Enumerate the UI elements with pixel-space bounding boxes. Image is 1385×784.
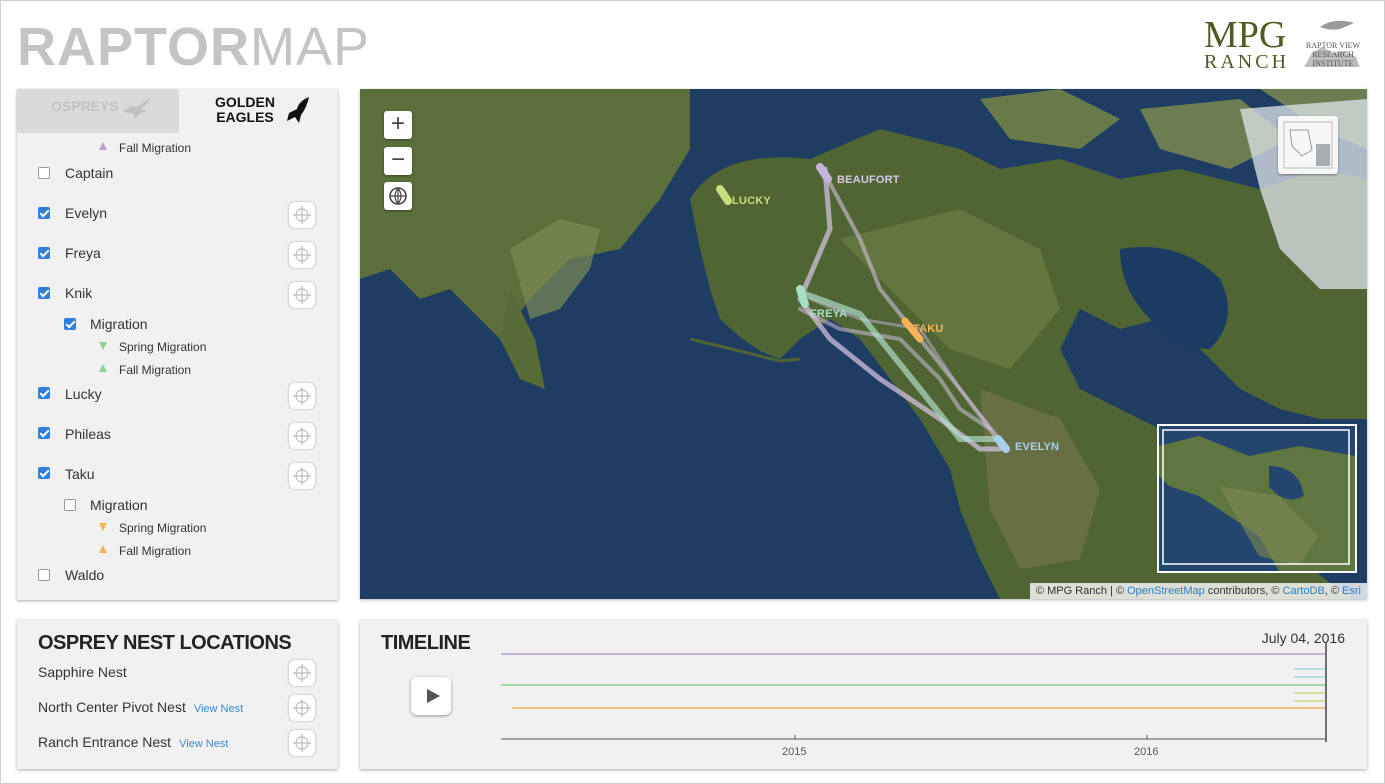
knik-spring-migration-label: Spring Migration — [119, 340, 207, 354]
nest-item-north-center-pivot[interactable]: North Center Pivot Nest View Nest — [38, 699, 243, 715]
checkbox-phileas[interactable] — [38, 427, 50, 439]
attribution-mid: contributors, © — [1204, 585, 1283, 597]
map-label-taku[interactable]: TAKU — [913, 323, 944, 335]
view-nest-link[interactable]: View Nest — [179, 738, 228, 750]
tab-ospreys-label: OSPREYS — [51, 98, 119, 114]
crosshair-icon — [293, 246, 311, 264]
checkbox-taku-migration[interactable] — [64, 499, 76, 511]
minimap-image — [1159, 426, 1355, 571]
locate-taku-button[interactable] — [289, 463, 315, 489]
crosshair-icon — [293, 699, 311, 717]
globe-icon — [389, 187, 407, 205]
nest-panel-title: OSPREY NEST LOCATIONS — [38, 632, 292, 654]
nest-name: North Center Pivot Nest — [38, 699, 186, 715]
taku-migration-label: Migration — [90, 497, 148, 513]
spring-migration-marker-icon — [99, 342, 107, 350]
eagle-icon — [287, 97, 309, 123]
nest-name: Ranch Entrance Nest — [38, 734, 172, 750]
app-logo-title: RAPTORMAP — [17, 19, 370, 75]
view-nest-link[interactable]: View Nest — [194, 703, 243, 715]
crosshair-icon — [293, 206, 311, 224]
locate-freya-button[interactable] — [289, 242, 315, 268]
crosshair-icon — [293, 467, 311, 485]
app-frame: RAPTORMAP MPG RANCH RAPTOR VIEW RESEARCH… — [0, 0, 1385, 784]
zoom-in-button[interactable]: + — [384, 111, 412, 139]
birds-panel: OSPREYS GOLDEN EAGLES Fall Migration Cap… — [17, 89, 338, 600]
spring-migration-marker-icon — [99, 523, 107, 531]
nest-item-sapphire[interactable]: Sapphire Nest — [38, 664, 127, 680]
bird-name-captain: Captain — [65, 165, 114, 181]
tab-golden-eagles-label: GOLDEN EAGLES — [215, 94, 275, 125]
osprey-nest-panel: OSPREY NEST LOCATIONS Sapphire Nest Nort… — [17, 620, 338, 769]
timeline-chart[interactable] — [360, 620, 1367, 769]
species-tabs: OSPREYS GOLDEN EAGLES — [17, 89, 338, 133]
bird-name-taku: Taku — [65, 466, 95, 482]
bird-name-knik: Knik — [65, 285, 93, 301]
bird-name-evelyn: Evelyn — [65, 205, 108, 221]
tab-ospreys[interactable]: OSPREYS — [17, 89, 179, 133]
locate-evelyn-button[interactable] — [289, 202, 315, 228]
knik-fall-migration-label: Fall Migration — [119, 363, 192, 377]
checkbox-evelyn[interactable] — [38, 207, 50, 219]
region-overview-thumbnail[interactable] — [1278, 116, 1338, 174]
zoom-out-button[interactable]: − — [384, 147, 412, 175]
checkbox-lucky[interactable] — [38, 387, 50, 399]
fall-migration-marker-icon — [99, 364, 107, 372]
checkbox-taku[interactable] — [38, 467, 50, 479]
cartodb-link[interactable]: CartoDB — [1283, 585, 1325, 597]
nest-item-ranch-entrance[interactable]: Ranch Entrance Nest View Nest — [38, 734, 228, 750]
nest-name: Sapphire Nest — [38, 664, 127, 680]
locate-phileas-button[interactable] — [289, 423, 315, 449]
globe-view-button[interactable] — [384, 182, 412, 210]
fall-migration-marker-icon — [99, 142, 107, 150]
raptor-view-logo-text: RAPTOR VIEW RESEARCH INSTITUTE — [1305, 41, 1361, 68]
bird-name-waldo: Waldo — [65, 567, 105, 583]
map-label-lucky[interactable]: LUCKY — [732, 195, 771, 207]
crosshair-icon — [293, 427, 311, 445]
map-label-freya[interactable]: FREYA — [810, 308, 847, 320]
bird-name-phileas: Phileas — [65, 426, 111, 442]
checkbox-waldo[interactable] — [38, 569, 50, 581]
timeline-tick-label-2015: 2015 — [782, 746, 807, 758]
title-bold: RAPTOR — [17, 17, 251, 77]
locate-knik-button[interactable] — [289, 282, 315, 308]
attribution-sep: , © — [1324, 585, 1343, 597]
tab-golden-eagles[interactable]: GOLDEN EAGLES — [179, 89, 338, 133]
crosshair-icon — [293, 286, 311, 304]
crosshair-icon — [293, 664, 311, 682]
fall-migration-marker-icon — [99, 545, 107, 553]
checkbox-knik-migration[interactable] — [64, 318, 76, 330]
locate-sapphire-nest-button[interactable] — [289, 660, 315, 686]
map-view[interactable]: + − BEAUFORT LUCKY FREYA TAKU EVELYN © M… — [360, 89, 1367, 599]
crosshair-icon — [293, 387, 311, 405]
taku-fall-migration-label: Fall Migration — [119, 544, 192, 558]
region-outline-icon — [1283, 121, 1333, 169]
top-fall-migration-label: Fall Migration — [119, 141, 192, 155]
taku-spring-migration-label: Spring Migration — [119, 521, 207, 535]
bird-name-freya: Freya — [65, 245, 101, 261]
locate-lucky-button[interactable] — [289, 383, 315, 409]
attribution-prefix: © MPG Ranch | © — [1035, 585, 1128, 597]
checkbox-captain[interactable] — [38, 167, 50, 179]
esri-link[interactable]: Esri — [1342, 585, 1361, 597]
title-light: MAP — [250, 17, 371, 77]
ranch-logo-text: RANCH — [1204, 51, 1290, 73]
minimap[interactable] — [1157, 424, 1357, 573]
mpg-logo: MPG — [1204, 14, 1287, 56]
osprey-icon — [123, 97, 151, 119]
map-attribution: © MPG Ranch | © OpenStreetMap contributo… — [1029, 583, 1367, 599]
knik-migration-label: Migration — [90, 316, 148, 332]
checkbox-knik[interactable] — [38, 287, 50, 299]
map-label-beaufort[interactable]: BEAUFORT — [837, 174, 900, 186]
checkbox-freya[interactable] — [38, 247, 50, 259]
locate-ranch-entrance-nest-button[interactable] — [289, 730, 315, 756]
timeline-tick-label-2016: 2016 — [1134, 746, 1159, 758]
openstreetmap-link[interactable]: OpenStreetMap — [1127, 585, 1205, 597]
map-label-evelyn[interactable]: EVELYN — [1015, 441, 1059, 453]
timeline-panel: TIMELINE July 04, 2016 2015 2016 — [360, 620, 1367, 769]
locate-north-center-pivot-nest-button[interactable] — [289, 695, 315, 721]
crosshair-icon — [293, 734, 311, 752]
bird-name-lucky: Lucky — [65, 386, 102, 402]
brand-logos[interactable]: MPG RANCH RAPTOR VIEW RESEARCH INSTITUTE — [1204, 15, 1366, 73]
